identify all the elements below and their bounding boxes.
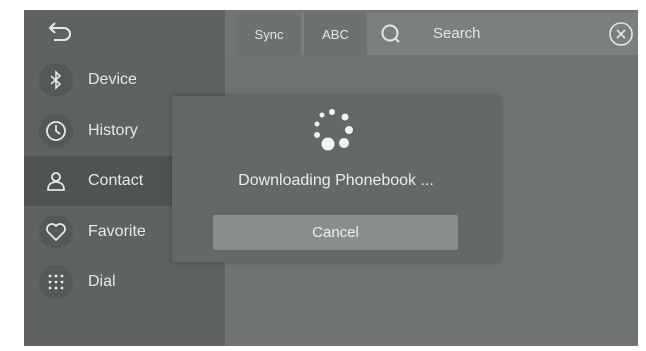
sidebar-item-label: History — [88, 122, 138, 139]
phone-screen: Device History Contact Favorite Dial Syn… — [24, 10, 638, 346]
search-icon[interactable] — [379, 22, 403, 46]
sidebar-item-dial[interactable]: Dial — [24, 257, 225, 307]
back-button[interactable] — [42, 20, 76, 46]
sidebar-item-label: Dial — [88, 273, 116, 290]
download-dialog: Downloading Phonebook ... Cancel — [172, 96, 500, 262]
sidebar-item-label: Favorite — [88, 223, 146, 240]
back-arrow-icon — [48, 22, 71, 41]
search-input[interactable]: Search — [433, 25, 481, 42]
sidebar-item-label: Device — [88, 71, 137, 88]
bluetooth-icon — [39, 63, 73, 97]
clock-icon — [39, 114, 73, 148]
sidebar-item-label: Contact — [88, 172, 144, 189]
dialpad-icon — [39, 265, 73, 299]
sync-button[interactable]: Sync — [237, 13, 301, 55]
loading-spinner-icon — [314, 109, 353, 151]
cancel-button[interactable]: Cancel — [213, 215, 458, 250]
person-icon — [39, 164, 73, 198]
dialog-message: Downloading Phonebook ... — [238, 172, 434, 189]
top-bar: Sync ABC Search — [237, 13, 638, 55]
close-icon[interactable] — [608, 21, 634, 47]
abc-button[interactable]: ABC — [304, 13, 367, 55]
heart-icon — [39, 215, 73, 249]
